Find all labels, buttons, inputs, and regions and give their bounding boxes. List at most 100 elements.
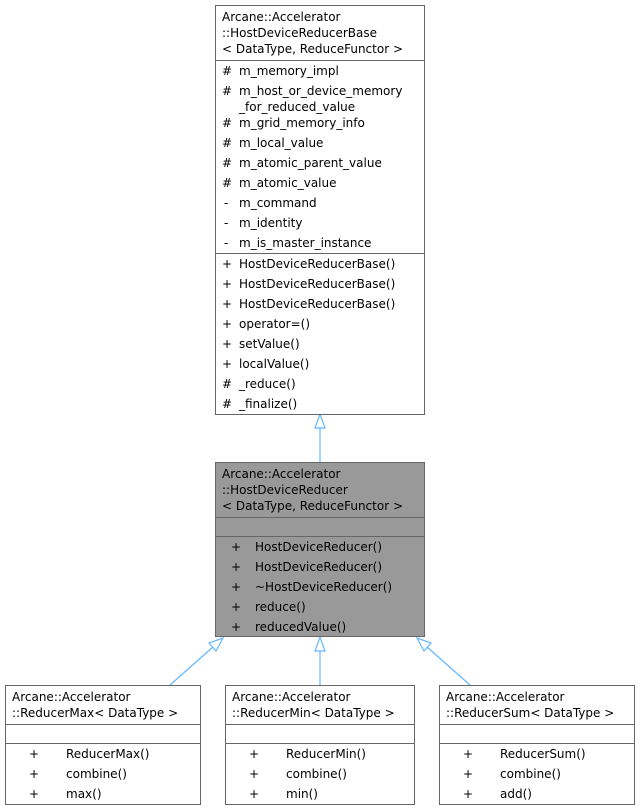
method-row[interactable]: + max() bbox=[26, 784, 200, 804]
method-name: operator=() bbox=[239, 317, 311, 331]
title-line: ::ReducerMin< DataType > bbox=[232, 706, 395, 720]
visibility-marker: # bbox=[222, 397, 233, 411]
attribute-row[interactable]: # m_grid_memory_info bbox=[222, 113, 424, 133]
visibility-marker: + bbox=[222, 297, 233, 311]
methods-section: + ReducerMin() + combine() + min() bbox=[226, 743, 414, 804]
visibility-marker: - bbox=[224, 236, 229, 250]
method-name: ReducerMax() bbox=[66, 747, 150, 761]
method-name: HostDeviceReducerBase() bbox=[239, 257, 396, 271]
method-name: HostDeviceReducerBase() bbox=[239, 277, 396, 291]
visibility-marker: + bbox=[222, 257, 233, 271]
class-node-host-device-reducer-base[interactable]: Arcane::Accelerator ::HostDeviceReducerB… bbox=[215, 5, 425, 415]
method-row[interactable]: # _finalize() bbox=[222, 394, 424, 414]
method-name: combine() bbox=[286, 767, 347, 781]
attribute-row[interactable]: - m_identity bbox=[222, 213, 424, 233]
attribute-row[interactable]: # m_host_or_device_memory _for_reduced_val… bbox=[222, 81, 424, 114]
title-line: Arcane::Accelerator bbox=[446, 690, 565, 704]
attributes-section-empty bbox=[226, 724, 414, 743]
visibility-marker: + bbox=[462, 787, 474, 801]
visibility-marker: + bbox=[248, 787, 260, 801]
method-name: max() bbox=[66, 787, 102, 801]
method-row[interactable]: + combine() bbox=[26, 764, 200, 784]
visibility-marker: + bbox=[28, 787, 40, 801]
visibility-marker: # bbox=[222, 377, 233, 391]
visibility-marker: + bbox=[230, 620, 242, 634]
method-name: _reduce() bbox=[239, 377, 296, 391]
visibility-marker: + bbox=[462, 767, 474, 781]
method-name: ReducerSum() bbox=[500, 747, 586, 761]
class-node-reducer-max[interactable]: Arcane::Accelerator ::ReducerMax< DataTy… bbox=[5, 685, 201, 805]
method-name: localValue() bbox=[239, 357, 310, 371]
title-line: Arcane::Accelerator bbox=[232, 690, 351, 704]
attribute-row[interactable]: # m_atomic_value bbox=[222, 173, 424, 193]
method-row[interactable]: + operator=() bbox=[222, 314, 424, 334]
method-row[interactable]: + ReducerSum() bbox=[460, 744, 634, 764]
method-name: setValue() bbox=[239, 337, 300, 351]
edge-max-to-current bbox=[169, 646, 214, 686]
attribute-row[interactable]: - m_is_master_instance bbox=[222, 233, 424, 253]
visibility-marker: # bbox=[222, 136, 233, 150]
method-name: HostDeviceReducer() bbox=[255, 560, 383, 574]
method-row[interactable]: + HostDeviceReducer() bbox=[228, 537, 424, 557]
attribute-row[interactable]: # m_memory_impl bbox=[222, 61, 424, 81]
attribute-name-line: m_host_or_device_memory bbox=[239, 84, 403, 98]
visibility-marker: + bbox=[230, 580, 242, 594]
method-name: ReducerMin() bbox=[286, 747, 366, 761]
class-node-host-device-reducer[interactable]: Arcane::Accelerator ::HostDeviceReducer … bbox=[215, 462, 425, 637]
method-name: reducedValue() bbox=[255, 620, 347, 634]
visibility-marker: # bbox=[222, 116, 233, 130]
title-line: < DataType, ReduceFunctor > bbox=[222, 499, 404, 513]
visibility-marker: # bbox=[222, 176, 233, 190]
method-row[interactable]: + reducedValue() bbox=[228, 617, 424, 637]
attribute-row[interactable]: # m_atomic_parent_value bbox=[222, 153, 424, 173]
method-row[interactable]: + localValue() bbox=[222, 354, 424, 374]
method-row[interactable]: # _reduce() bbox=[222, 374, 424, 394]
class-title: Arcane::Accelerator ::ReducerMax< DataTy… bbox=[6, 686, 200, 724]
title-line: ::HostDeviceReducer bbox=[222, 483, 348, 497]
attribute-name: m_grid_memory_info bbox=[239, 116, 365, 130]
method-row[interactable]: + combine() bbox=[246, 764, 414, 784]
attribute-name: m_atomic_value bbox=[239, 176, 337, 190]
method-row[interactable]: + setValue() bbox=[222, 334, 424, 354]
class-node-reducer-sum[interactable]: Arcane::Accelerator ::ReducerSum< DataTy… bbox=[439, 685, 635, 805]
visibility-marker: + bbox=[248, 767, 260, 781]
methods-section: + ReducerMax() + combine() + max() bbox=[6, 743, 200, 804]
title-line: < DataType, ReduceFunctor > bbox=[222, 42, 404, 56]
inheritance-arrow-icon bbox=[314, 412, 326, 429]
attribute-name: m_is_master_instance bbox=[239, 236, 372, 250]
method-row[interactable]: + HostDeviceReducer() bbox=[228, 557, 424, 577]
title-line: Arcane::Accelerator bbox=[222, 467, 341, 481]
method-row[interactable]: + combine() bbox=[460, 764, 634, 784]
class-node-reducer-min[interactable]: Arcane::Accelerator ::ReducerMin< DataTy… bbox=[225, 685, 415, 805]
method-row[interactable]: + ReducerMax() bbox=[26, 744, 200, 764]
method-row[interactable]: + HostDeviceReducerBase() bbox=[222, 274, 424, 294]
visibility-marker: # bbox=[222, 84, 233, 98]
method-row[interactable]: + min() bbox=[246, 784, 414, 804]
method-name: HostDeviceReducerBase() bbox=[239, 297, 396, 311]
visibility-marker: + bbox=[28, 767, 40, 781]
method-row[interactable]: + ~HostDeviceReducer() bbox=[228, 577, 424, 597]
class-title: Arcane::Accelerator ::ReducerMin< DataTy… bbox=[226, 686, 414, 724]
method-name: ~HostDeviceReducer() bbox=[255, 580, 393, 594]
attribute-row[interactable]: # m_local_value bbox=[222, 133, 424, 153]
method-name: HostDeviceReducer() bbox=[255, 540, 383, 554]
visibility-marker: + bbox=[28, 747, 40, 761]
visibility-marker: + bbox=[248, 747, 260, 761]
visibility-marker: + bbox=[230, 560, 242, 574]
method-row[interactable]: + HostDeviceReducerBase() bbox=[222, 294, 424, 314]
class-title: Arcane::Accelerator ::HostDeviceReducer … bbox=[216, 463, 424, 517]
title-line: ::HostDeviceReducerBase bbox=[222, 26, 377, 40]
method-row[interactable]: + HostDeviceReducerBase() bbox=[222, 254, 424, 274]
attributes-section-empty bbox=[216, 517, 424, 536]
method-name: add() bbox=[500, 787, 532, 801]
attribute-name: m_local_value bbox=[239, 136, 324, 150]
method-name: combine() bbox=[500, 767, 561, 781]
attribute-name: m_identity bbox=[239, 216, 303, 230]
method-row[interactable]: + add() bbox=[460, 784, 634, 804]
method-row[interactable]: + ReducerMin() bbox=[246, 744, 414, 764]
attribute-name: m_command bbox=[239, 196, 317, 210]
method-row[interactable]: + reduce() bbox=[228, 597, 424, 617]
attribute-row[interactable]: - m_command bbox=[222, 193, 424, 213]
visibility-marker: + bbox=[230, 540, 242, 554]
visibility-marker: - bbox=[224, 196, 229, 210]
